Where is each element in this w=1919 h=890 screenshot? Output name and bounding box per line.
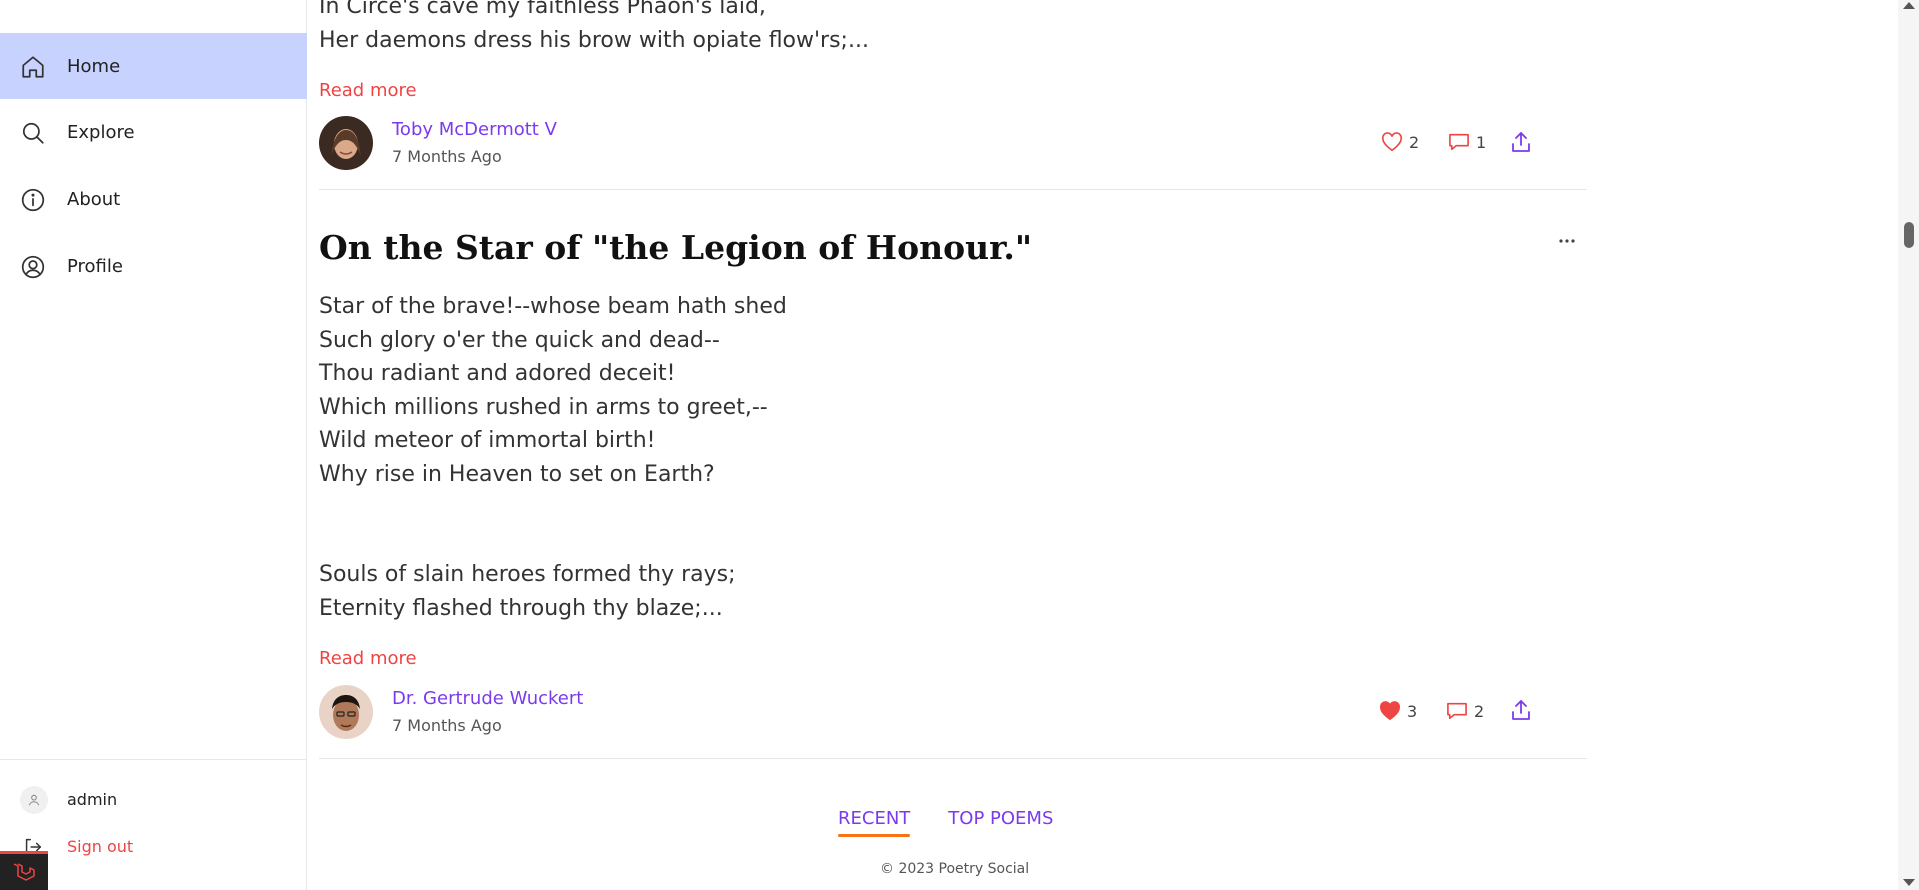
comment-button[interactable]: 1 (1448, 132, 1486, 152)
sidebar-item-explore[interactable]: Explore (0, 99, 307, 165)
post-time: 7 Months Ago (392, 716, 502, 735)
current-user: admin (0, 782, 307, 818)
heart-filled-icon (1379, 701, 1401, 721)
info-icon (21, 188, 45, 212)
comment-icon (1447, 702, 1467, 720)
poem-line: Her daemons dress his brow with opiate f… (319, 28, 869, 53)
poem-line: Eternity flashed through thy blaze;... (319, 596, 723, 621)
author-avatar[interactable] (319, 685, 373, 739)
scroll-up-icon[interactable] (1903, 2, 1915, 9)
heart-outline-icon (1381, 132, 1403, 152)
user-circle-icon (21, 255, 45, 279)
comment-button[interactable]: 2 (1446, 701, 1484, 721)
poem-line: Why rise in Heaven to set on Earth? (319, 462, 715, 487)
like-button[interactable]: 3 (1379, 701, 1417, 721)
sidebar-item-label: Profile (67, 255, 123, 277)
share-icon (1512, 132, 1530, 152)
author-avatar[interactable] (319, 116, 373, 170)
more-horizontal-icon (1559, 239, 1575, 243)
like-count: 2 (1409, 132, 1420, 152)
poem-line: Wild meteor of immortal birth! (319, 428, 656, 453)
poem-line: Souls of slain heroes formed thy rays; (319, 562, 736, 587)
sidebar: Home Explore About Profile admin Sign ou… (0, 0, 307, 890)
share-icon (1512, 700, 1530, 720)
post-divider (319, 758, 1587, 759)
feed-tabs: RECENT TOP POEMS (838, 808, 1053, 837)
sign-out-label: Sign out (67, 837, 134, 856)
tab-top-poems[interactable]: TOP POEMS (948, 808, 1053, 835)
avatar (20, 786, 48, 814)
avatar-photo-icon (319, 116, 373, 170)
poem-line: Thou radiant and adored deceit! (319, 361, 676, 386)
sidebar-item-label: About (67, 188, 121, 210)
post-divider (319, 189, 1587, 190)
copyright: © 2023 Poetry Social (880, 861, 1030, 877)
sidebar-item-label: Explore (67, 121, 135, 143)
avatar-photo-icon (319, 685, 373, 739)
poem-line: Star of the brave!--whose beam hath shed (319, 294, 787, 319)
sidebar-item-home[interactable]: Home (0, 33, 307, 99)
laravel-debug-icon[interactable] (0, 851, 48, 890)
post-time: 7 Months Ago (392, 147, 502, 166)
read-more-link[interactable]: Read more (319, 648, 417, 669)
home-icon (22, 56, 44, 78)
like-count: 3 (1407, 701, 1418, 721)
more-options-button[interactable] (1552, 230, 1582, 252)
user-name: admin (67, 790, 118, 809)
feed: In Circe's cave my faithless Phaon's lai… (308, 0, 1898, 890)
read-more-link[interactable]: Read more (319, 80, 417, 101)
poem-line: In Circe's cave my faithless Phaon's lai… (319, 0, 766, 19)
sidebar-item-label: Home (67, 55, 121, 77)
scrollbar-thumb[interactable] (1904, 222, 1914, 248)
tab-recent[interactable]: RECENT (838, 808, 911, 837)
author-name[interactable]: Dr. Gertrude Wuckert (392, 688, 583, 709)
sidebar-item-about[interactable]: About (0, 166, 307, 232)
comment-icon (1449, 133, 1469, 151)
user-icon (28, 794, 40, 806)
poem-line: Which millions rushed in arms to greet,-… (319, 395, 768, 420)
author-name[interactable]: Toby McDermott V (392, 119, 557, 140)
comment-count: 1 (1476, 132, 1487, 152)
laravel-logo-icon (13, 863, 35, 881)
comment-count: 2 (1474, 701, 1485, 721)
share-button[interactable] (1511, 699, 1531, 721)
poem-line: Such glory o'er the quick and dead-- (319, 328, 720, 353)
scroll-down-icon[interactable] (1903, 879, 1915, 886)
search-icon (22, 122, 44, 144)
like-button[interactable]: 2 (1381, 132, 1419, 152)
page-scrollbar[interactable] (1898, 0, 1919, 890)
poem-title[interactable]: On the Star of "the Legion of Honour." (319, 228, 1032, 267)
sidebar-item-profile[interactable]: Profile (0, 233, 307, 299)
share-button[interactable] (1511, 131, 1531, 153)
